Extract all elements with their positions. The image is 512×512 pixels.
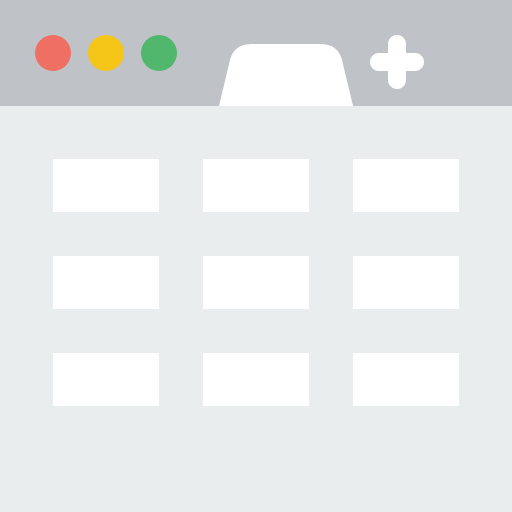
content-area [0,106,512,512]
browser-window [0,0,512,512]
active-tab[interactable] [219,44,353,106]
title-bar [0,0,512,106]
new-tab-button[interactable] [370,35,424,89]
grid-tile[interactable] [353,159,459,212]
grid-tile[interactable] [353,353,459,406]
grid-tile[interactable] [203,256,309,309]
tab-shape [219,44,353,106]
grid-tile[interactable] [203,353,309,406]
grid-tile[interactable] [53,256,159,309]
plus-icon [370,35,424,89]
grid-tile[interactable] [353,256,459,309]
grid-tile[interactable] [53,353,159,406]
grid-tile[interactable] [53,159,159,212]
grid-tile[interactable] [203,159,309,212]
close-dot[interactable] [35,35,71,71]
minimize-dot[interactable] [88,35,124,71]
maximize-dot[interactable] [141,35,177,71]
